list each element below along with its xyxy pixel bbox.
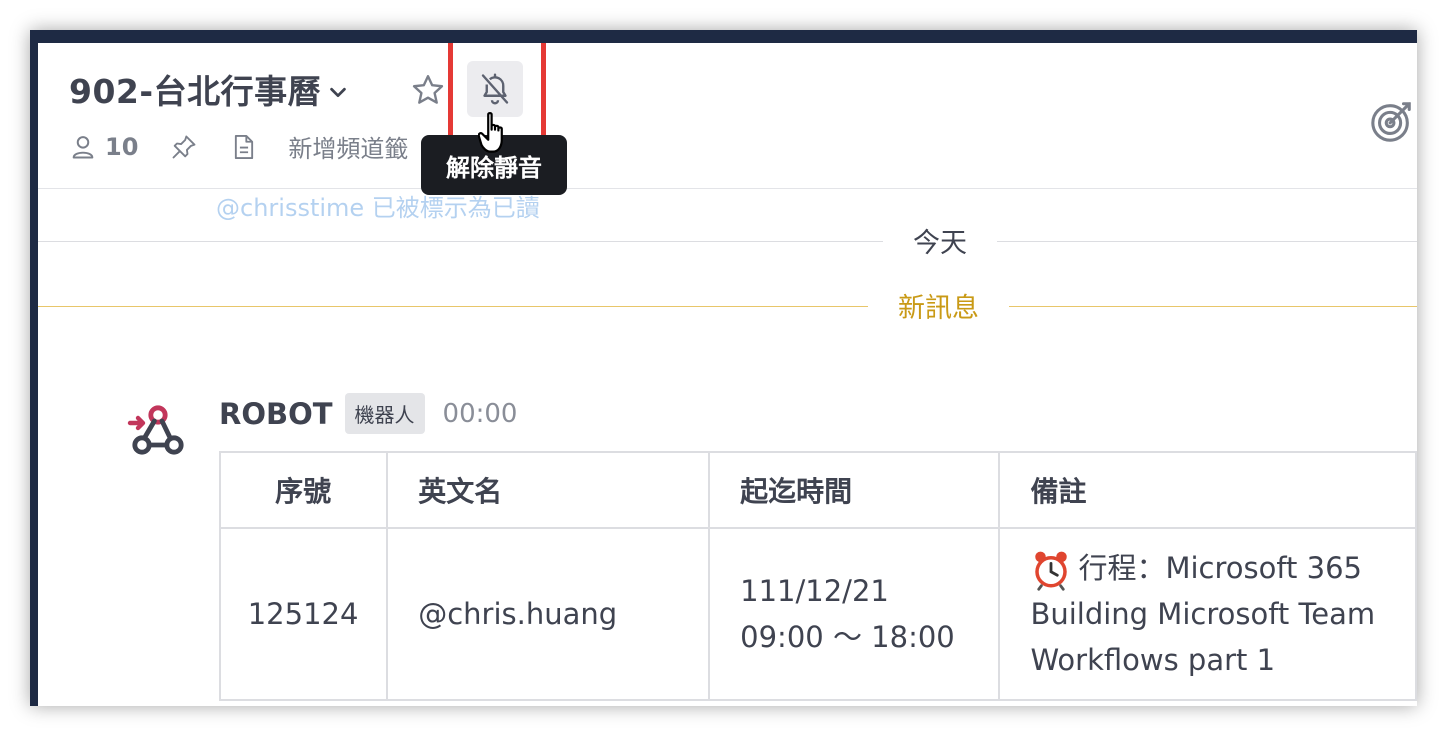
chevron-down-icon <box>330 87 346 98</box>
post-sender[interactable]: ROBOT <box>219 397 333 431</box>
members-button[interactable]: 10 <box>69 133 138 161</box>
app-frame: 902-台北行事曆 解除靜音 10 新增頻道籤 @chrisstime 已被標示… <box>30 30 1417 706</box>
channel-name-menu[interactable]: 902-台北行事曆 <box>69 65 349 113</box>
column-header: 英文名 <box>386 451 711 529</box>
column-header: 備註 <box>998 451 1417 529</box>
app-left-bar <box>30 30 38 706</box>
post-header: ROBOT 機器人 00:00 <box>219 393 517 434</box>
channel-view: 902-台北行事曆 解除靜音 10 新增頻道籤 @chrisstime 已被標示… <box>38 43 1417 706</box>
row-note-cell: 行程：Microsoft 365 Building Microsoft Team… <box>998 527 1417 701</box>
hand-cursor-icon <box>478 112 503 153</box>
channel-title: 902-台北行事曆 <box>69 72 322 111</box>
row-hours: 09:00 ～ 18:00 <box>740 620 955 654</box>
note-line-3: Workflows part 1 <box>1030 643 1276 677</box>
member-icon <box>72 135 94 158</box>
post-time[interactable]: 00:00 <box>443 399 518 429</box>
note-line-2: Building Microsoft Team <box>1030 597 1376 631</box>
target-icon[interactable] <box>1369 98 1415 144</box>
bot-badge: 機器人 <box>344 393 425 434</box>
schedule-table: 序號 英文名 起迄時間 備註 125124 @chris.huang 111/1… <box>218 451 1417 701</box>
column-header: 序號 <box>218 451 389 529</box>
alarm-clock-icon <box>1035 551 1068 591</box>
favorite-star-icon[interactable] <box>410 72 446 108</box>
row-id-cell: 125124 <box>218 527 389 701</box>
row-time-cell: 111/12/21 09:00 ～ 18:00 <box>708 527 1001 701</box>
channel-meta-row: 10 新增頻道籤 <box>69 129 408 164</box>
new-messages-label: 新訊息 <box>868 286 1009 325</box>
add-bookmark-link[interactable]: 新增頻道籤 <box>288 129 408 164</box>
note-line-1: 行程：Microsoft 365 <box>1078 551 1362 585</box>
file-icon[interactable] <box>230 133 258 161</box>
table-header-row: 序號 英文名 起迄時間 備註 <box>218 451 1417 529</box>
row-date: 111/12/21 <box>740 574 889 608</box>
members-count: 10 <box>105 132 139 161</box>
date-separator-line <box>38 241 1417 242</box>
date-separator-label: 今天 <box>883 221 997 260</box>
pin-icon[interactable] <box>170 133 198 161</box>
webhook-avatar-icon[interactable] <box>126 401 190 465</box>
channel-header: 902-台北行事曆 解除靜音 10 新增頻道籤 <box>38 43 1417 195</box>
app-top-bar <box>30 30 1417 43</box>
user-mention-link[interactable]: @chris.huang <box>418 597 617 631</box>
table-row: 125124 @chris.huang 111/12/21 09:00 ～ 18… <box>218 527 1417 701</box>
row-name-cell: @chris.huang <box>386 527 711 701</box>
column-header: 起迄時間 <box>708 451 1001 529</box>
new-messages-line <box>38 306 1417 307</box>
